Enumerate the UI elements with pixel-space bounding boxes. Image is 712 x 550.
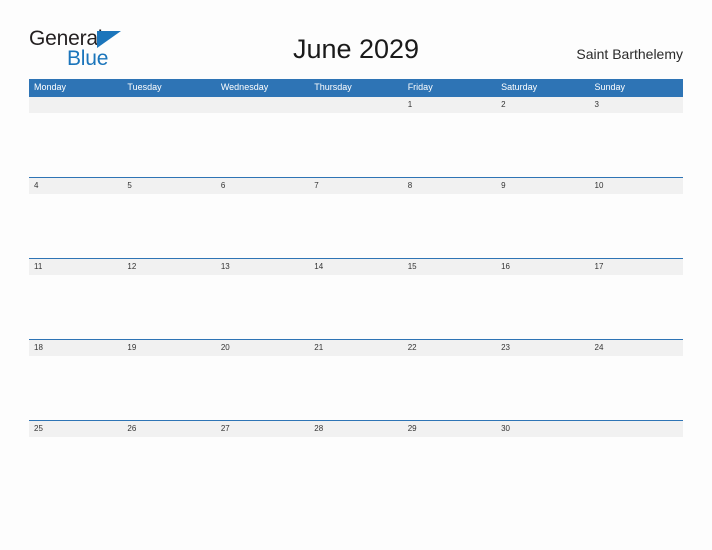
location-label: Saint Barthelemy (576, 46, 683, 62)
day-cell[interactable] (29, 356, 122, 420)
day-cell[interactable] (496, 113, 589, 177)
week-row: 1 2 3 (29, 96, 683, 177)
date-number-band: 1 2 3 (29, 97, 683, 113)
day-number[interactable] (29, 97, 122, 113)
day-cell[interactable] (216, 194, 309, 258)
day-number[interactable]: 14 (309, 259, 402, 275)
week-row: 4 5 6 7 8 9 10 (29, 177, 683, 258)
day-number[interactable]: 8 (403, 178, 496, 194)
date-number-band: 4 5 6 7 8 9 10 (29, 178, 683, 194)
day-cell[interactable] (309, 275, 402, 339)
day-cell[interactable] (122, 194, 215, 258)
day-number[interactable] (309, 97, 402, 113)
day-cell[interactable] (496, 437, 589, 501)
day-cell[interactable] (590, 356, 683, 420)
day-number[interactable]: 7 (309, 178, 402, 194)
week-row: 18 19 20 21 22 23 24 (29, 339, 683, 420)
day-cell[interactable] (309, 437, 402, 501)
day-cell[interactable] (590, 113, 683, 177)
day-cell[interactable] (590, 275, 683, 339)
day-cell[interactable] (216, 437, 309, 501)
day-cell[interactable] (403, 437, 496, 501)
day-cell[interactable] (216, 113, 309, 177)
day-number[interactable]: 21 (309, 340, 402, 356)
day-number[interactable] (216, 97, 309, 113)
day-number[interactable] (122, 97, 215, 113)
day-number[interactable] (590, 421, 683, 437)
day-number[interactable]: 27 (216, 421, 309, 437)
week-row: 25 26 27 28 29 30 (29, 420, 683, 501)
day-number[interactable]: 25 (29, 421, 122, 437)
day-cell[interactable] (309, 113, 402, 177)
weekday-wednesday: Wednesday (220, 82, 269, 92)
day-number[interactable]: 1 (403, 97, 496, 113)
weekday-tuesday: Tuesday (127, 82, 162, 92)
day-number[interactable]: 3 (590, 97, 683, 113)
day-cell[interactable] (590, 194, 683, 258)
day-number[interactable]: 2 (496, 97, 589, 113)
page-header: General Blue June 2029 Saint Barthelemy (0, 0, 712, 78)
day-number[interactable]: 23 (496, 340, 589, 356)
weekday-sunday: Sunday (594, 82, 626, 92)
day-number[interactable]: 19 (122, 340, 215, 356)
day-number[interactable]: 24 (590, 340, 683, 356)
day-number[interactable]: 28 (309, 421, 402, 437)
day-number[interactable]: 30 (496, 421, 589, 437)
weekday-saturday: Saturday (501, 82, 538, 92)
day-number[interactable]: 13 (216, 259, 309, 275)
day-cell[interactable] (122, 437, 215, 501)
day-number[interactable]: 17 (590, 259, 683, 275)
day-number[interactable]: 6 (216, 178, 309, 194)
day-number[interactable]: 16 (496, 259, 589, 275)
day-content-row (29, 194, 683, 258)
day-cell[interactable] (29, 113, 122, 177)
calendar-grid: Monday Tuesday Wednesday Thursday Friday… (29, 79, 683, 501)
day-content-row (29, 113, 683, 177)
day-cell[interactable] (590, 437, 683, 501)
day-cell[interactable] (216, 275, 309, 339)
day-cell[interactable] (496, 356, 589, 420)
day-cell[interactable] (29, 437, 122, 501)
day-cell[interactable] (403, 275, 496, 339)
day-content-row (29, 275, 683, 339)
day-number[interactable]: 20 (216, 340, 309, 356)
day-cell[interactable] (29, 275, 122, 339)
week-row: 11 12 13 14 15 16 17 (29, 258, 683, 339)
day-number[interactable]: 5 (122, 178, 215, 194)
day-number[interactable]: 11 (29, 259, 122, 275)
day-cell[interactable] (122, 356, 215, 420)
day-cell[interactable] (122, 113, 215, 177)
day-content-row (29, 356, 683, 420)
day-number[interactable]: 15 (403, 259, 496, 275)
day-number[interactable]: 12 (122, 259, 215, 275)
day-number[interactable]: 29 (403, 421, 496, 437)
day-cell[interactable] (309, 194, 402, 258)
day-cell[interactable] (403, 356, 496, 420)
day-number[interactable]: 9 (496, 178, 589, 194)
day-cell[interactable] (403, 194, 496, 258)
day-cell[interactable] (403, 113, 496, 177)
weekday-friday: Friday (407, 82, 433, 92)
weekday-header-row: Monday Tuesday Wednesday Thursday Friday… (29, 79, 683, 96)
date-number-band: 11 12 13 14 15 16 17 (29, 259, 683, 275)
day-number[interactable]: 18 (29, 340, 122, 356)
weekday-monday: Monday (34, 82, 67, 92)
day-cell[interactable] (496, 275, 589, 339)
date-number-band: 18 19 20 21 22 23 24 (29, 340, 683, 356)
day-number[interactable]: 10 (590, 178, 683, 194)
date-number-band: 25 26 27 28 29 30 (29, 421, 683, 437)
day-content-row (29, 437, 683, 501)
day-cell[interactable] (216, 356, 309, 420)
day-number[interactable]: 26 (122, 421, 215, 437)
day-cell[interactable] (29, 194, 122, 258)
day-cell[interactable] (496, 194, 589, 258)
day-cell[interactable] (309, 356, 402, 420)
day-cell[interactable] (122, 275, 215, 339)
day-number[interactable]: 4 (29, 178, 122, 194)
weekday-thursday: Thursday (314, 82, 352, 92)
day-number[interactable]: 22 (403, 340, 496, 356)
